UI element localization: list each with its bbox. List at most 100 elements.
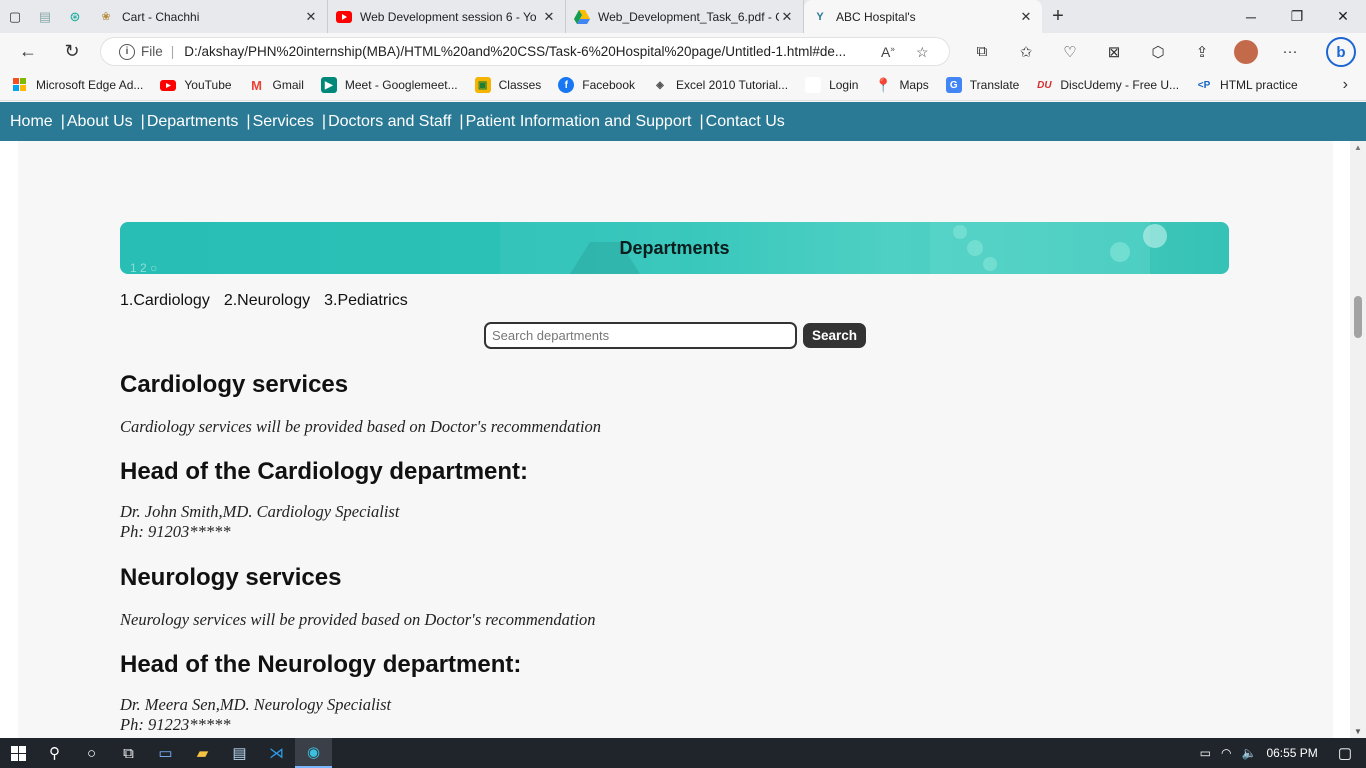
clock-time[interactable]: 06:55 PM — [1266, 746, 1317, 760]
dept-item-cardiology[interactable]: 1.Cardiology — [120, 292, 210, 310]
windows-start-icon[interactable] — [0, 738, 36, 768]
close-tab-icon[interactable]: ✕ — [303, 9, 319, 25]
nav-about-us[interactable]: About Us — [67, 113, 133, 131]
bookmark-discudemy[interactable]: DU DiscUdemy - Free U... — [1036, 77, 1179, 93]
bookmark-excel-tutorial[interactable]: ◈ Excel 2010 Tutorial... — [652, 77, 788, 93]
neurology-head-name: Dr. Meera Sen,MD. Neurology Specialist — [120, 695, 392, 714]
bookmark-label: Translate — [969, 78, 1020, 92]
chatgpt-tab-icon[interactable]: ⊛ — [60, 0, 90, 33]
nav-divider: | — [140, 112, 145, 130]
new-tab-icon[interactable]: + — [1042, 5, 1074, 28]
close-tab-icon[interactable]: ✕ — [541, 9, 557, 25]
bing-copilot-icon[interactable]: b — [1326, 37, 1356, 67]
nav-contact-us[interactable]: Contact Us — [706, 113, 785, 131]
microsoft-logo-icon — [12, 77, 28, 93]
search-input[interactable] — [484, 322, 797, 349]
bookmark-classes[interactable]: ▣ Classes — [474, 77, 541, 93]
windows-taskbar: ⚲ ○ ⧉ ▭ ▰ ▤ ⋊ ◉ ▭ ◠ 🔈 06:55 PM ▢ — [0, 738, 1366, 768]
main-content: 1 2 ○ Departments 1.Cardiology 2.Neurolo… — [18, 141, 1333, 738]
task-view-icon[interactable]: ⧉ — [110, 738, 147, 768]
nav-departments[interactable]: Departments — [147, 113, 239, 131]
collections-tab-icon[interactable]: ▤ — [30, 0, 60, 33]
nav-doctors-and-staff[interactable]: Doctors and Staff — [328, 113, 451, 131]
url-text[interactable]: D:/akshay/PHN%20internship(MBA)/HTML%20a… — [184, 44, 874, 59]
search-icon[interactable]: ⚲ — [36, 738, 73, 768]
share-icon[interactable]: ⇪ — [1180, 33, 1224, 70]
close-tab-icon[interactable]: ✕ — [1018, 9, 1034, 25]
chevron-right-icon[interactable]: › — [1343, 76, 1348, 94]
bookmark-label: Facebook — [582, 78, 635, 92]
page-icon — [805, 77, 822, 93]
bookmark-microsoft-edge[interactable]: Microsoft Edge Ad... — [12, 77, 143, 93]
browser-essentials-icon[interactable]: ♡ — [1048, 33, 1092, 70]
address-bar[interactable]: i File | D:/akshay/PHN%20internship(MBA)… — [100, 37, 950, 66]
html-practice-icon: <P — [1197, 79, 1211, 91]
dept-item-pediatrics[interactable]: 3.Pediatrics — [324, 292, 408, 310]
svg-text:1 2 ○: 1 2 ○ — [130, 261, 157, 274]
favorites-icon[interactable]: ✩ — [1004, 33, 1048, 70]
collections-icon[interactable]: ⬡ — [1136, 33, 1180, 70]
notepad-icon[interactable]: ▤ — [221, 738, 258, 768]
bookmark-youtube[interactable]: YouTube — [160, 77, 232, 93]
bookmark-login[interactable]: Login — [805, 77, 858, 93]
bookmark-translate[interactable]: G Translate — [945, 77, 1020, 93]
maps-pin-icon: 📍 — [874, 76, 893, 93]
tab-youtube[interactable]: Web Development session 6 - Yo ✕ — [328, 0, 566, 33]
page-viewport: 1 2 ○ Departments 1.Cardiology 2.Neurolo… — [0, 141, 1366, 738]
cortana-icon[interactable]: ○ — [73, 738, 110, 768]
desktop-app-icon[interactable]: ▭ — [147, 738, 184, 768]
tab-abc-hospital[interactable]: Y ABC Hospital's ✕ — [804, 0, 1042, 33]
bookmark-label: HTML practice — [1220, 78, 1298, 92]
minimize-icon[interactable]: ─ — [1228, 0, 1274, 33]
facebook-icon: f — [558, 77, 575, 93]
bookmark-meet[interactable]: ▶ Meet - Googlemeet... — [320, 77, 458, 93]
wifi-icon[interactable]: ◠ — [1221, 746, 1231, 760]
extensions-icon[interactable]: ⧉ — [960, 33, 1004, 70]
read-aloud-icon[interactable]: A» — [881, 44, 895, 60]
tab-title: Cart - Chachhi — [122, 9, 200, 24]
tab-title: Web Development session 6 - Yo — [360, 9, 537, 24]
volume-icon[interactable]: 🔈 — [1241, 746, 1256, 760]
bookmark-facebook[interactable]: f Facebook — [558, 77, 635, 93]
site-navigation: Home | About Us | Departments | Services… — [0, 102, 1366, 141]
info-icon[interactable]: i — [119, 43, 135, 60]
close-tab-icon[interactable]: ✕ — [779, 9, 795, 25]
scroll-down-icon[interactable]: ▼ — [1354, 727, 1362, 736]
more-menu-icon[interactable]: ··· — [1268, 33, 1312, 70]
tab-actions-icon[interactable]: ▢ — [0, 0, 30, 33]
math-solver-icon[interactable]: ⊠ — [1092, 33, 1136, 70]
profile-avatar-icon[interactable] — [1224, 33, 1268, 70]
nav-services[interactable]: Services — [253, 113, 314, 131]
battery-icon[interactable]: ▭ — [1200, 746, 1211, 760]
bookmark-maps[interactable]: 📍 Maps — [874, 76, 929, 93]
vertical-scrollbar[interactable]: ▲ ▼ — [1350, 141, 1366, 738]
bookmark-gmail[interactable]: M Gmail — [249, 77, 304, 93]
address-bar-row: ← ↻ i File | D:/akshay/PHN%20internship(… — [0, 33, 1366, 70]
tab-cart[interactable]: ❀ Cart - Chachhi ✕ — [90, 0, 328, 33]
notifications-icon[interactable]: ▢ — [1338, 744, 1352, 762]
bookmark-label: Maps — [899, 78, 929, 92]
bookmark-html-practice[interactable]: <P HTML practice — [1196, 77, 1298, 93]
tab-drive[interactable]: Web_Development_Task_6.pdf - G ✕ — [566, 0, 804, 33]
cardiology-head-name: Dr. John Smith,MD. Cardiology Specialist — [120, 502, 400, 521]
tab-title: ABC Hospital's — [836, 9, 916, 24]
back-icon[interactable]: ← — [6, 33, 50, 70]
nav-home[interactable]: Home — [10, 113, 53, 131]
youtube-favicon-icon — [336, 9, 352, 25]
edge-browser-icon[interactable]: ◉ — [295, 738, 332, 768]
department-list: 1.Cardiology 2.Neurology 3.Pediatrics — [120, 292, 422, 310]
refresh-icon[interactable]: ↻ — [50, 33, 94, 70]
search-button[interactable]: Search — [803, 323, 867, 348]
scroll-up-icon[interactable]: ▲ — [1354, 143, 1362, 152]
restore-icon[interactable]: ❐ — [1274, 0, 1320, 33]
add-favorite-icon[interactable]: ☆ — [916, 44, 929, 61]
banner-title: Departments — [619, 237, 730, 258]
file-explorer-icon[interactable]: ▰ — [184, 738, 221, 768]
close-window-icon[interactable]: ✕ — [1320, 0, 1366, 33]
hospital-favicon-icon: Y — [816, 10, 824, 23]
vscode-icon[interactable]: ⋊ — [258, 738, 295, 768]
nav-divider: | — [246, 112, 251, 130]
scrollbar-thumb[interactable] — [1354, 296, 1362, 338]
dept-item-neurology[interactable]: 2.Neurology — [224, 292, 310, 310]
nav-patient-information[interactable]: Patient Information and Support — [466, 113, 692, 131]
